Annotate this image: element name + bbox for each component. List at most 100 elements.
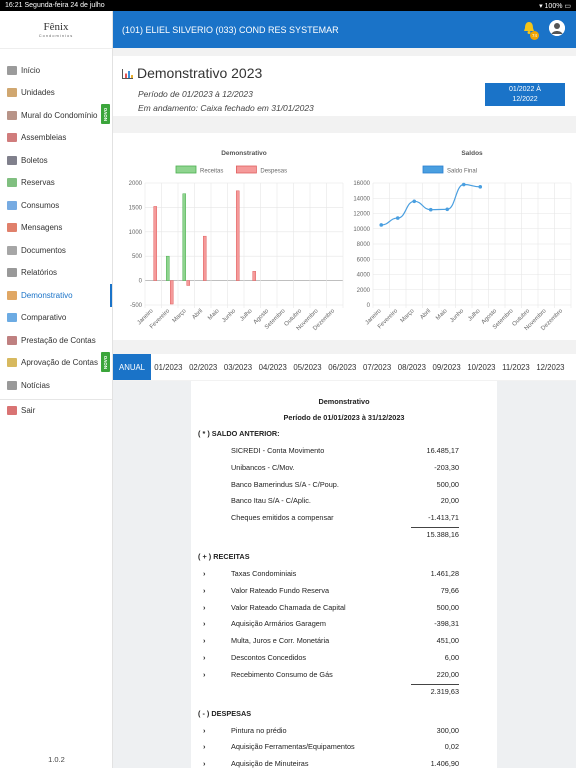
data-point[interactable] [379, 223, 384, 227]
report-row-label: Banco Itau S/A - C/Aplic. [231, 496, 311, 506]
header-title: (101) ELIEL SILVERIO (033) COND RES SYST… [122, 24, 339, 35]
report-row-value: 20,00 [440, 496, 459, 506]
chevron-right-icon[interactable]: › [203, 726, 205, 735]
tab-09-2023[interactable]: 09/2023 [429, 354, 464, 380]
sidebar-item-reservas[interactable]: Reservas [0, 172, 112, 195]
report-row[interactable]: › Taxas Condominiais 1.461,28 [191, 569, 497, 581]
legend-item[interactable]: Saldo Final [422, 165, 477, 175]
sidebar-item-label: Mural do Condomínio [21, 110, 98, 120]
bar[interactable] [153, 206, 157, 281]
bar[interactable] [186, 280, 190, 286]
report-row[interactable]: › Aquisição Armários Garagem -398,31 [191, 619, 497, 631]
legend-item[interactable]: Despesas [236, 165, 287, 175]
report-row[interactable]: › Pintura no prédio 300,00 [191, 726, 497, 738]
logo-subtitle: Condomínios [38, 33, 74, 38]
tab-07-2023[interactable]: 07/2023 [360, 354, 395, 380]
tab-anual[interactable]: ANUAL [113, 354, 151, 380]
report-row-label: Cheques emitidos a compensar [231, 513, 334, 523]
report-row[interactable]: › Recebimento Consumo de Gás 220,00 [191, 670, 497, 682]
legend-item[interactable]: Receitas [175, 165, 223, 175]
chevron-right-icon[interactable]: › [203, 759, 205, 768]
chevron-right-icon[interactable]: › [203, 603, 205, 612]
total-divider [411, 683, 459, 685]
bar[interactable] [166, 255, 170, 281]
sidebar-item-assembleias[interactable]: Assembleias [0, 127, 112, 150]
sidebar-item-comparativo[interactable]: Comparativo [0, 307, 112, 330]
sidebar-item-label: Assembleias [21, 133, 67, 143]
chevron-right-icon[interactable]: › [203, 653, 205, 662]
new-badge: NOVO [101, 351, 110, 372]
tab-02-2023[interactable]: 02/2023 [186, 354, 221, 380]
sidebar-item-consumos[interactable]: Consumos [0, 194, 112, 217]
report-row[interactable]: › Aquisição Ferramentas/Equipamentos 0,02 [191, 742, 497, 754]
sidebar-item-unidades[interactable]: Unidades [0, 82, 112, 105]
sidebar-item-documentos[interactable]: Documentos [0, 239, 112, 262]
chevron-right-icon[interactable]: › [203, 742, 205, 751]
report-row-value: 500,00 [436, 479, 459, 489]
report-row-value: 1.461,28 [430, 569, 459, 578]
sidebar-item-noticias[interactable]: Notícias [0, 374, 112, 397]
bar[interactable] [203, 235, 207, 281]
sidebar-item-mensagens[interactable]: Mensagens [0, 217, 112, 240]
bar[interactable] [182, 193, 186, 281]
data-point[interactable] [445, 207, 450, 212]
tab-03-2023[interactable]: 03/2023 [221, 354, 256, 380]
tab-06-2023[interactable]: 06/2023 [325, 354, 360, 380]
sidebar-item-mural-do-condominio[interactable]: Mural do Condomínio NOVO [0, 104, 112, 127]
chevron-right-icon[interactable]: › [203, 670, 205, 679]
tab-08-2023[interactable]: 08/2023 [394, 354, 429, 380]
report-row: Unibancos - C/Mov. -203,30 [191, 463, 497, 475]
chevron-right-icon[interactable]: › [203, 636, 205, 645]
data-point[interactable] [395, 216, 400, 220]
tab-05-2023[interactable]: 05/2023 [290, 354, 325, 380]
top-header: (101) ELIEL SILVERIO (033) COND RES SYST… [113, 11, 576, 48]
x-tick-label: Maio [207, 308, 221, 322]
y-tick-label: 4000 [357, 273, 371, 279]
tab-11-2023[interactable]: 11/2023 [499, 354, 533, 380]
sidebar-item-sair[interactable]: Sair [0, 398, 112, 422]
date-range-button[interactable]: 01/2022 À 12/2022 [485, 83, 565, 106]
chevron-right-icon[interactable]: › [203, 619, 205, 628]
series-line [381, 183, 481, 226]
sidebar-item-relatorios[interactable]: Relatórios [0, 262, 112, 285]
data-point[interactable] [428, 207, 433, 212]
sidebar-item-prestacao-de-contas[interactable]: Prestação de Contas [0, 329, 112, 352]
data-point[interactable] [461, 182, 466, 187]
data-point[interactable] [478, 185, 483, 189]
data-point[interactable] [412, 199, 417, 204]
report-row[interactable]: › Multa, Juros e Corr. Monetária 451,00 [191, 636, 497, 648]
chevron-right-icon[interactable]: › [203, 586, 205, 595]
report-row-label: Aquisição Armários Garagem [231, 619, 326, 629]
x-tick-label: Março [400, 308, 416, 324]
accounts-icon [7, 335, 17, 345]
report-row[interactable]: › Descontos Concedidos 6,00 [191, 653, 497, 665]
sidebar-item-inicio[interactable]: Início [0, 59, 112, 82]
tab-04-2023[interactable]: 04/2023 [255, 354, 290, 380]
report-row[interactable]: › Aquisição de Minuteiras 1.406,90 [191, 759, 497, 768]
tab-10-2023[interactable]: 10/2023 [464, 354, 499, 380]
report-row[interactable]: › Valor Rateado Fundo Reserva 79,66 [191, 586, 497, 598]
y-tick-label: 0 [367, 303, 371, 309]
report-total-value: 15.388,16 [426, 530, 459, 539]
chart-icon [7, 290, 17, 300]
sidebar-item-boletos[interactable]: Boletos [0, 149, 112, 172]
tab-01-2023[interactable]: 01/2023 [151, 354, 186, 380]
avatar[interactable] [549, 20, 565, 36]
y-tick-label: 12000 [353, 212, 370, 218]
chevron-right-icon[interactable]: › [203, 569, 205, 578]
y-tick-label: 2000 [357, 288, 371, 294]
bar[interactable] [236, 190, 240, 281]
sidebar-item-label: Documentos [21, 245, 66, 255]
barcode-icon [7, 155, 17, 165]
x-tick-label: Junho [449, 308, 465, 324]
bar[interactable] [170, 280, 174, 305]
report-row[interactable]: › Valor Rateado Chamada de Capital 500,00 [191, 603, 497, 615]
tab-12-2023[interactable]: 12/2023 [533, 354, 568, 380]
legend-swatch [422, 165, 444, 174]
document-icon [7, 245, 17, 255]
sidebar-item-aprovacao-de-contas[interactable]: Aprovação de Contas NOVO [0, 351, 112, 375]
report-period: Período de 01/01/2023 à 31/12/2023 [283, 413, 405, 422]
report-row-label: Valor Rateado Fundo Reserva [231, 585, 330, 595]
bar[interactable] [252, 271, 256, 281]
sidebar-item-demonstrativo[interactable]: Demonstrativo [0, 284, 112, 307]
